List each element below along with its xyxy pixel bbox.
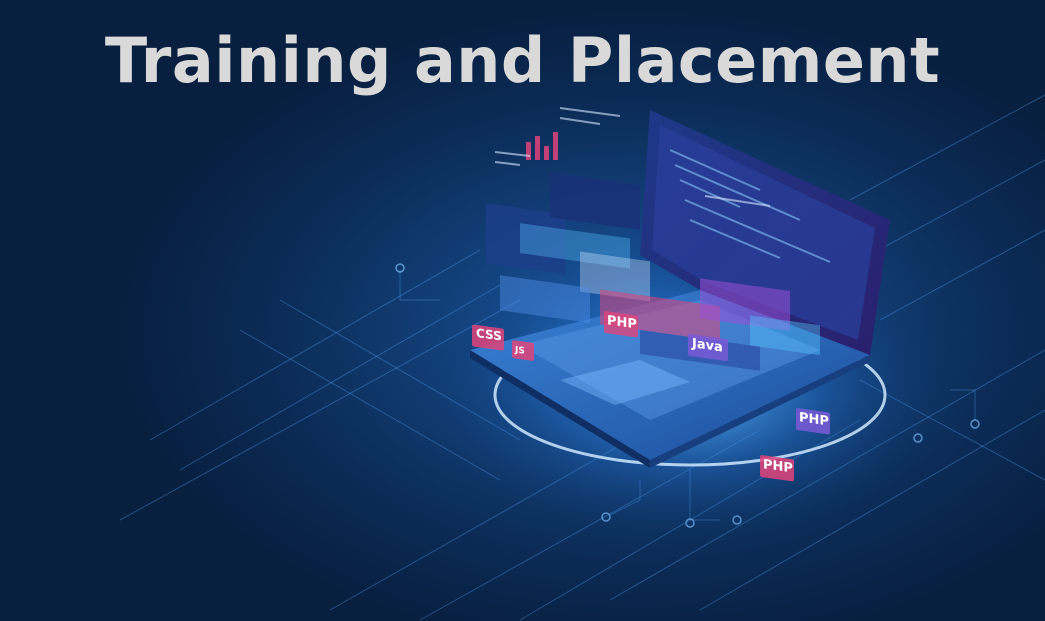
banner: CSS JS PHP Java PHP PHP Training and Pla… — [0, 0, 1045, 621]
tag-js-label: JS — [514, 345, 525, 356]
page-title: Training and Placement — [104, 24, 941, 97]
tag-css: CSS — [472, 324, 504, 351]
tag-js: JS — [512, 340, 534, 361]
